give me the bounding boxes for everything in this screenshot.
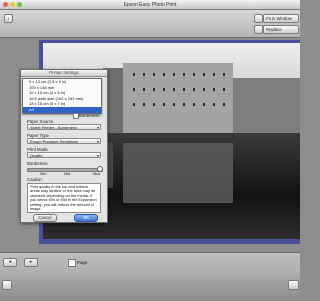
max-label: Max: [93, 172, 101, 176]
right-icon[interactable]: [288, 280, 299, 290]
page-number-field[interactable]: [68, 259, 76, 267]
fit-in-window-checkbox[interactable]: [254, 14, 263, 23]
paper-type-select[interactable]: Epson Premium Semigloss ▾: [27, 138, 101, 144]
previous-page-button[interactable]: ◂: [3, 258, 17, 267]
paper-size-dropdown[interactable]: 9 x 13 cm (3.5 x 5 in) 100 x 148 mm 10 x…: [22, 78, 102, 114]
mid-label: Mid: [64, 172, 71, 176]
photo-main-building: [123, 63, 233, 138]
fit-in-window-button[interactable]: Fit in Window: [263, 14, 299, 23]
borderless-checkbox-label: Borderless: [79, 113, 100, 118]
printer-settings-dialog: Printer Settings Paper Size A4 ▾ 9 x 13 …: [20, 69, 108, 223]
chevron-down-icon: ▾: [96, 153, 99, 158]
back-arrow-icon[interactable]: ‹: [4, 14, 13, 23]
bottom-bar: [0, 277, 300, 301]
replace-button[interactable]: Replace: [263, 25, 299, 34]
window-titlebar: Epson Easy Photo Print: [0, 0, 300, 10]
page-label: Page: [77, 260, 88, 265]
min-label: Min: [40, 172, 47, 176]
footer-bar: ◂ ▸ Page: [0, 252, 300, 301]
photo-right-building: [233, 78, 300, 138]
cancel-button[interactable]: Cancel: [33, 214, 57, 222]
caution-label: Caution: [27, 177, 42, 182]
print-mode-select[interactable]: Quality ▾: [27, 152, 101, 158]
caution-text: Print quality in the top and bottom area…: [27, 183, 101, 213]
toolbar: ‹ Fit in Window Replace: [0, 10, 300, 38]
next-page-button[interactable]: ▸: [24, 258, 38, 267]
chevron-down-icon: ▾: [96, 125, 99, 130]
chevron-down-icon: ▾: [96, 139, 99, 144]
ok-button[interactable]: OK: [74, 214, 98, 222]
window-title: Epson Easy Photo Print: [123, 2, 177, 8]
paper-size-option-selected[interactable]: A4: [23, 106, 101, 113]
borderless-amount-label: Borderless: [27, 161, 48, 166]
left-icon[interactable]: [2, 280, 12, 290]
photo-reflection: [123, 143, 233, 203]
paper-source-select[interactable]: Sheet Feeder - Borderless ▾: [27, 124, 101, 130]
add-icon[interactable]: [254, 25, 263, 34]
dialog-title: Printer Settings: [21, 70, 107, 77]
